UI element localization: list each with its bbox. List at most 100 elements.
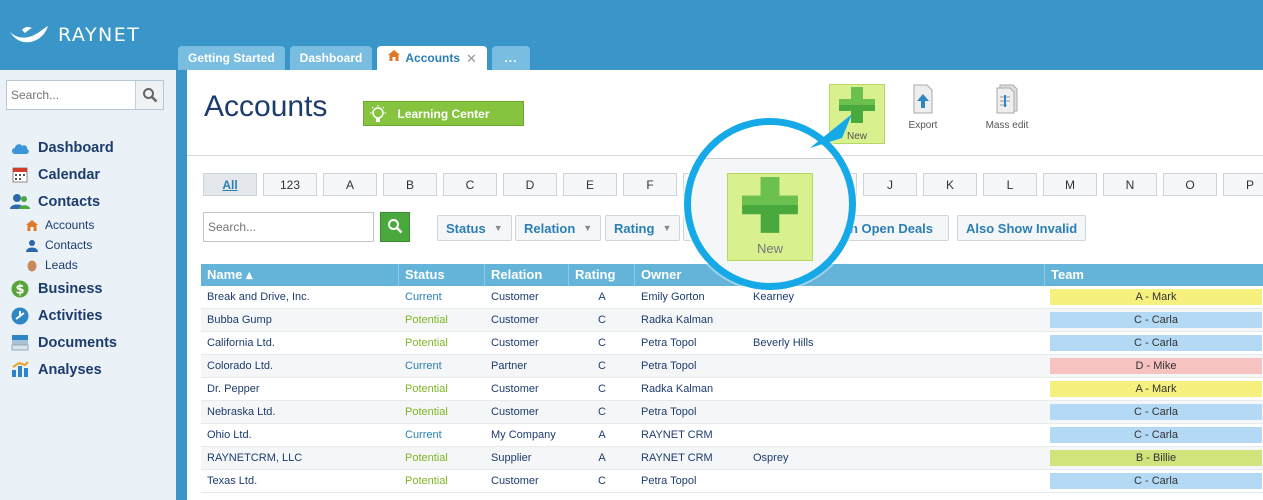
button-label: ith Open Deals — [842, 220, 934, 236]
cell-city — [747, 355, 1045, 377]
column-header-status[interactable]: Status — [399, 264, 485, 286]
sidebar-item-label: Documents — [38, 334, 117, 351]
table-row[interactable]: California Ltd. Potential Customer C Petra T… — [201, 332, 1263, 355]
mass-edit-button[interactable]: Mass edit — [979, 84, 1035, 144]
tab-more[interactable]: ... — [491, 46, 530, 70]
cell-name[interactable]: Dr. Pepper — [201, 378, 399, 400]
mass-edit-label: Mass edit — [985, 120, 1029, 131]
sidebar-item-business[interactable]: $ Business — [10, 275, 117, 302]
sidebar-item-dashboard[interactable]: Dashboard — [10, 134, 117, 161]
chevron-down-icon: ▼ — [583, 223, 593, 233]
sidebar-item-label: Analyses — [38, 361, 102, 378]
table-row[interactable]: Texas Ltd. Potential Customer C Petra Topol C… — [201, 470, 1263, 493]
rating-filter-dropdown[interactable]: Rating ▼ — [605, 215, 681, 241]
letter-filter-all[interactable]: All — [203, 173, 257, 196]
table-row[interactable]: Ohio Ltd. Current My Company A RAYNET CRM C -… — [201, 424, 1263, 447]
svg-text:$: $ — [15, 282, 24, 297]
cell-rating: C — [598, 383, 606, 395]
cell-team: C - Carla — [1045, 470, 1263, 492]
table-row[interactable]: Colorado Ltd. Current Partner C Petra Topol D… — [201, 355, 1263, 378]
letter-filter-j[interactable]: J — [863, 173, 917, 196]
team-badge: C - Carla — [1050, 404, 1262, 420]
column-header-name[interactable]: Name ▴ — [201, 264, 399, 286]
search-icon[interactable] — [135, 81, 163, 109]
letter-filter-123[interactable]: 123 — [263, 173, 317, 196]
calendar-icon — [10, 166, 30, 184]
cell-relation: Customer — [491, 337, 539, 349]
tab-label: Dashboard — [299, 50, 363, 65]
tab-accounts[interactable]: Accounts ✕ — [377, 46, 487, 70]
team-badge: A - Mark — [1050, 381, 1262, 397]
filter-row — [203, 212, 410, 242]
sidebar-item-contacts[interactable]: Contacts — [10, 188, 117, 215]
cell-name[interactable]: RAYNETCRM, LLC — [201, 447, 399, 469]
letter-filter-l[interactable]: L — [983, 173, 1037, 196]
letter-filter-b[interactable]: B — [383, 173, 437, 196]
letter-filter-n[interactable]: N — [1103, 173, 1157, 196]
cell-status: Current — [405, 360, 442, 372]
sidebar-subitem-accounts[interactable]: Accounts — [10, 215, 117, 235]
letter-filter-d[interactable]: D — [503, 173, 557, 196]
sidebar-item-documents[interactable]: Documents — [10, 329, 117, 356]
sidebar-item-calendar[interactable]: Calendar — [10, 161, 117, 188]
status-filter-dropdown[interactable]: Status ▼ — [437, 215, 512, 241]
search-button[interactable] — [380, 212, 410, 242]
letter-filter-c[interactable]: C — [443, 173, 497, 196]
sidebar-item-label: Dashboard — [38, 139, 114, 156]
letter-filter-e[interactable]: E — [563, 173, 617, 196]
letter-filter-k[interactable]: K — [923, 173, 977, 196]
cell-name[interactable]: Colorado Ltd. — [201, 355, 399, 377]
sidebar-item-activities[interactable]: Activities — [10, 302, 117, 329]
column-header-rating[interactable]: Rating — [569, 264, 635, 286]
tab-getting-started[interactable]: Getting Started — [178, 46, 285, 70]
column-header-relation[interactable]: Relation — [485, 264, 569, 286]
learning-center-button[interactable]: Learning Center — [363, 101, 524, 126]
cell-city: Osprey — [753, 452, 789, 464]
export-icon — [911, 84, 935, 117]
letter-filter-o[interactable]: O — [1163, 173, 1217, 196]
export-button[interactable]: Export — [895, 84, 951, 144]
letter-filter-a[interactable]: A — [323, 173, 377, 196]
logo[interactable]: RAYNET — [8, 24, 140, 46]
cell-name[interactable]: Break and Drive, Inc. — [201, 286, 399, 308]
cell-status: Potential — [405, 452, 448, 464]
column-header-team[interactable]: Team — [1045, 264, 1263, 286]
cell-name[interactable]: Nebraska Ltd. — [201, 401, 399, 423]
cell-team: B - Billie — [1045, 447, 1263, 469]
cell-name[interactable]: Bubba Gump — [201, 309, 399, 331]
team-badge: C - Carla — [1050, 312, 1262, 328]
cell-name[interactable]: Ohio Ltd. — [201, 424, 399, 446]
sidebar-subitem-leads[interactable]: Leads — [10, 255, 117, 275]
table-row[interactable]: Bubba Gump Potential Customer C Radka Kalman… — [201, 309, 1263, 332]
cell-relation: Customer — [491, 383, 539, 395]
table-row[interactable]: Nebraska Ltd. Potential Customer C Petra Top… — [201, 401, 1263, 424]
letter-filter-f[interactable]: F — [623, 173, 677, 196]
magnified-new-button[interactable]: New — [727, 173, 813, 261]
tab-label: Getting Started — [188, 50, 275, 65]
table-row[interactable]: Dr. Pepper Potential Customer C Radka Kalman… — [201, 378, 1263, 401]
cell-owner: Petra Topol — [641, 337, 697, 349]
accounts-search-input[interactable] — [204, 220, 364, 234]
tab-dashboard[interactable]: Dashboard — [289, 46, 373, 70]
documents-icon — [10, 334, 30, 352]
relation-filter-dropdown[interactable]: Relation ▼ — [515, 215, 602, 241]
cell-city — [747, 309, 1045, 331]
cell-city: Beverly Hills — [753, 337, 814, 349]
letter-filter-m[interactable]: M — [1043, 173, 1097, 196]
sidebar-subitem-contacts[interactable]: Contacts — [10, 235, 117, 255]
cell-city — [747, 424, 1045, 446]
cell-name[interactable]: Texas Ltd. — [201, 470, 399, 492]
table-row[interactable]: Break and Drive, Inc. Current Customer A Emi… — [201, 286, 1263, 309]
sidebar-item-analyses[interactable]: Analyses — [10, 356, 117, 383]
table-body: Break and Drive, Inc. Current Customer A Emi… — [201, 286, 1263, 493]
show-invalid-button[interactable]: Also Show Invalid — [957, 215, 1087, 241]
letter-filter-p[interactable]: P — [1223, 173, 1263, 196]
close-icon[interactable]: ✕ — [466, 46, 477, 71]
cell-rating: A — [598, 429, 606, 441]
cell-owner: Radka Kalman — [641, 314, 714, 326]
sidebar-search-input[interactable] — [7, 81, 135, 109]
cell-relation: Customer — [491, 314, 539, 326]
table-row[interactable]: RAYNETCRM, LLC Potential Supplier A RAYNET C… — [201, 447, 1263, 470]
cell-name[interactable]: California Ltd. — [201, 332, 399, 354]
cell-relation: Customer — [491, 291, 539, 303]
